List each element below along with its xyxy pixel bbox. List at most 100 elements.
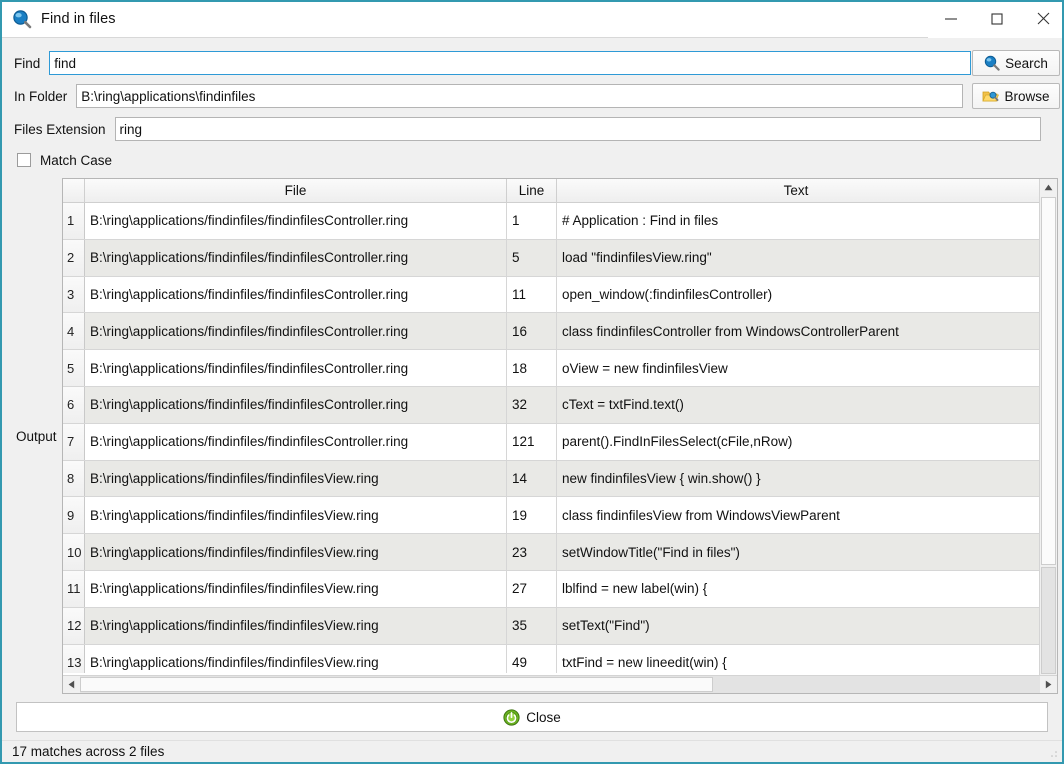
text-cell: new findinfilesView { win.show() } — [557, 461, 1035, 497]
line-cell: 35 — [507, 608, 557, 644]
horizontal-scrollbar[interactable] — [63, 675, 1057, 693]
minimize-button[interactable] — [928, 0, 974, 38]
column-header-line[interactable]: Line — [507, 179, 557, 202]
file-cell: B:\ring\applications/findinfiles/findinf… — [85, 645, 507, 673]
table-row[interactable]: 12B:\ring\applications/findinfiles/findi… — [63, 608, 1039, 645]
file-cell: B:\ring\applications/findinfiles/findinf… — [85, 350, 507, 386]
match-case-label: Match Case — [40, 153, 112, 168]
table-row[interactable]: 10B:\ring\applications/findinfiles/findi… — [63, 534, 1039, 571]
match-case-row[interactable]: Match Case — [17, 148, 112, 172]
text-cell: class findinfilesView from WindowsViewPa… — [557, 497, 1035, 533]
text-cell: class findinfilesController from Windows… — [557, 313, 1035, 349]
search-button-label: Search — [1005, 56, 1048, 71]
text-cell: setWindowTitle("Find in files") — [557, 534, 1035, 570]
row-number-cell: 5 — [63, 350, 85, 386]
window-title: Find in files — [41, 11, 116, 27]
table-row[interactable]: 2B:\ring\applications/findinfiles/findin… — [63, 240, 1039, 277]
horizontal-scrollbar-thumb[interactable] — [80, 677, 713, 692]
text-cell: # Application : Find in files — [557, 203, 1035, 239]
file-cell: B:\ring\applications/findinfiles/findinf… — [85, 608, 507, 644]
window-controls — [928, 0, 1064, 38]
results-table: File Line Text 1B:\ring\applications/fin… — [62, 178, 1058, 694]
scroll-left-button[interactable] — [63, 676, 80, 693]
find-input[interactable] — [49, 51, 971, 75]
line-cell: 14 — [507, 461, 557, 497]
column-header-text[interactable]: Text — [557, 179, 1035, 202]
resize-grip-icon[interactable] — [1046, 746, 1058, 758]
find-in-files-window: Find in files Find — [0, 0, 1064, 764]
chevron-up-icon — [1044, 184, 1053, 191]
line-cell: 32 — [507, 387, 557, 423]
folder-search-icon — [982, 88, 999, 104]
status-bar: 17 matches across 2 files — [2, 740, 1062, 762]
vertical-scrollbar[interactable] — [1039, 179, 1057, 693]
column-header-file[interactable]: File — [85, 179, 507, 202]
close-window-button[interactable] — [1020, 0, 1064, 38]
scroll-right-button[interactable] — [1040, 676, 1057, 693]
text-cell: setText("Find") — [557, 608, 1035, 644]
table-row[interactable]: 9B:\ring\applications/findinfiles/findin… — [63, 497, 1039, 534]
close-button[interactable]: Close — [16, 702, 1048, 732]
row-number-cell: 10 — [63, 534, 85, 570]
in-folder-label: In Folder — [14, 89, 67, 104]
row-number-cell: 1 — [63, 203, 85, 239]
power-icon — [503, 709, 520, 726]
find-row: Find — [14, 51, 1054, 75]
chevron-left-icon — [68, 680, 75, 689]
folder-input[interactable] — [76, 84, 963, 108]
table-row[interactable]: 4B:\ring\applications/findinfiles/findin… — [63, 313, 1039, 350]
table-header-corner — [63, 179, 85, 202]
table-row[interactable]: 11B:\ring\applications/findinfiles/findi… — [63, 571, 1039, 608]
table-row[interactable]: 6B:\ring\applications/findinfiles/findin… — [63, 387, 1039, 424]
search-button[interactable]: Search — [972, 50, 1060, 76]
text-cell: oView = new findinfilesView — [557, 350, 1035, 386]
browse-button-label: Browse — [1004, 89, 1049, 104]
file-cell: B:\ring\applications/findinfiles/findinf… — [85, 240, 507, 276]
browse-button[interactable]: Browse — [972, 83, 1060, 109]
vertical-scrollbar-track[interactable] — [1041, 567, 1056, 674]
row-number-cell: 11 — [63, 571, 85, 607]
table-body: 1B:\ring\applications/findinfiles/findin… — [63, 203, 1039, 673]
extension-input[interactable] — [115, 117, 1041, 141]
row-number-cell: 13 — [63, 645, 85, 673]
search-icon — [984, 55, 1000, 71]
line-cell: 49 — [507, 645, 557, 673]
text-cell: cText = txtFind.text() — [557, 387, 1035, 423]
row-number-cell: 2 — [63, 240, 85, 276]
file-cell: B:\ring\applications/findinfiles/findinf… — [85, 461, 507, 497]
match-case-checkbox[interactable] — [17, 153, 31, 167]
table-row[interactable]: 8B:\ring\applications/findinfiles/findin… — [63, 461, 1039, 498]
text-cell: load "findinfilesView.ring" — [557, 240, 1035, 276]
line-cell: 27 — [507, 571, 557, 607]
file-cell: B:\ring\applications/findinfiles/findinf… — [85, 424, 507, 460]
table-row[interactable]: 13B:\ring\applications/findinfiles/findi… — [63, 645, 1039, 673]
search-form: Find In Folder Files Extension Match Cas… — [2, 38, 1062, 172]
row-number-cell: 4 — [63, 313, 85, 349]
scroll-up-button[interactable] — [1040, 179, 1057, 196]
table-row[interactable]: 5B:\ring\applications/findinfiles/findin… — [63, 350, 1039, 387]
line-cell: 16 — [507, 313, 557, 349]
find-label: Find — [14, 56, 40, 71]
text-cell: lblfind = new label(win) { — [557, 571, 1035, 607]
file-cell: B:\ring\applications/findinfiles/findinf… — [85, 387, 507, 423]
maximize-icon — [990, 12, 1004, 26]
table-row[interactable]: 3B:\ring\applications/findinfiles/findin… — [63, 277, 1039, 314]
table-row[interactable]: 1B:\ring\applications/findinfiles/findin… — [63, 203, 1039, 240]
row-number-cell: 7 — [63, 424, 85, 460]
table-row[interactable]: 7B:\ring\applications/findinfiles/findin… — [63, 424, 1039, 461]
file-cell: B:\ring\applications/findinfiles/findinf… — [85, 203, 507, 239]
maximize-button[interactable] — [974, 0, 1020, 38]
status-text: 17 matches across 2 files — [12, 744, 164, 759]
text-cell: open_window(:findinfilesController) — [557, 277, 1035, 313]
title-accent-line — [2, 0, 1064, 2]
vertical-scrollbar-thumb[interactable] — [1041, 197, 1056, 565]
table-header-row: File Line Text — [63, 179, 1057, 203]
close-button-label: Close — [526, 710, 561, 725]
chevron-right-icon — [1045, 680, 1052, 689]
row-number-cell: 3 — [63, 277, 85, 313]
line-cell: 121 — [507, 424, 557, 460]
line-cell: 19 — [507, 497, 557, 533]
extension-row: Files Extension — [14, 117, 1054, 141]
row-number-cell: 9 — [63, 497, 85, 533]
row-number-cell: 6 — [63, 387, 85, 423]
